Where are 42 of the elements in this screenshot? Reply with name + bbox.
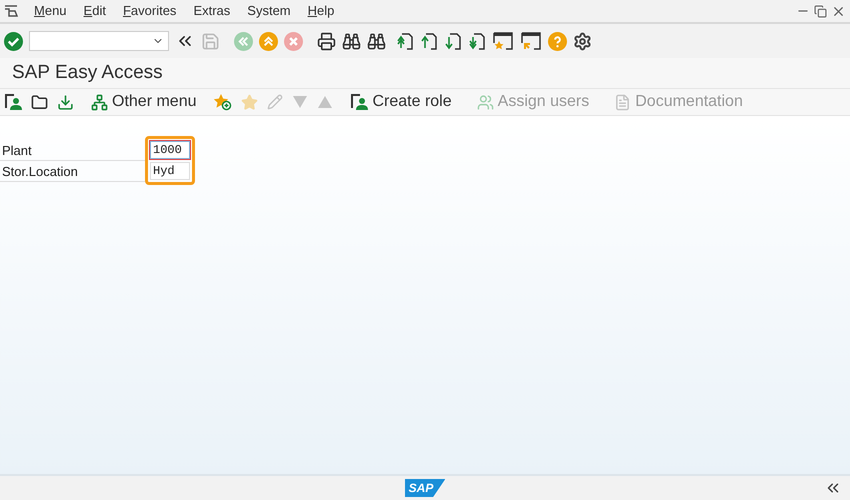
next-page-icon[interactable] [444,31,462,51]
user-document-icon [350,93,368,111]
menu-item[interactable]: System [247,1,291,21]
hierarchy-icon [91,94,108,110]
menu-item[interactable]: Favorites [122,1,176,21]
toolbar-icon-button[interactable] [31,94,48,110]
star-icon [241,94,258,110]
menu-item[interactable]: Help [308,1,334,21]
tray-icon [57,94,74,110]
folder-icon [31,94,48,110]
command-field[interactable] [29,31,169,51]
find-icon[interactable] [342,32,361,50]
toolbar-icon-button[interactable] [4,93,22,111]
user-document-icon [4,93,22,111]
menu-item[interactable]: Menu [34,1,67,21]
window-star-icon[interactable] [492,31,514,51]
input-field[interactable]: 1000 [150,141,190,159]
input-field[interactable]: Hyd [150,162,190,180]
down-triangle-icon [292,95,308,109]
last-page-icon[interactable] [468,31,486,51]
toolbar-button[interactable]: Other menu [91,90,196,114]
restore-icon[interactable] [814,4,827,18]
find-next-icon[interactable] [367,32,386,50]
print-icon[interactable] [317,32,336,50]
settings-icon[interactable] [573,32,592,50]
window-arrow-icon[interactable] [520,31,542,51]
field-label: Plant [0,140,145,161]
first-page-icon[interactable] [396,31,414,51]
pencil-icon [267,94,284,110]
menu-item[interactable]: Edit [84,1,106,21]
screen-title: SAP Easy Access [12,60,163,85]
document-icon [614,94,632,110]
menu-icon[interactable] [4,5,18,17]
toolbar-button[interactable]: Create role [350,90,452,114]
menu-item[interactable]: Extras [193,1,230,21]
previous-page-icon[interactable] [420,31,438,51]
enter-button[interactable] [4,32,23,50]
field-label: Stor.Location [0,161,145,182]
sap-logo: SAP [404,479,446,497]
up-triangle-icon [317,95,334,109]
users-icon [476,94,494,110]
star-plus-icon [213,93,232,111]
